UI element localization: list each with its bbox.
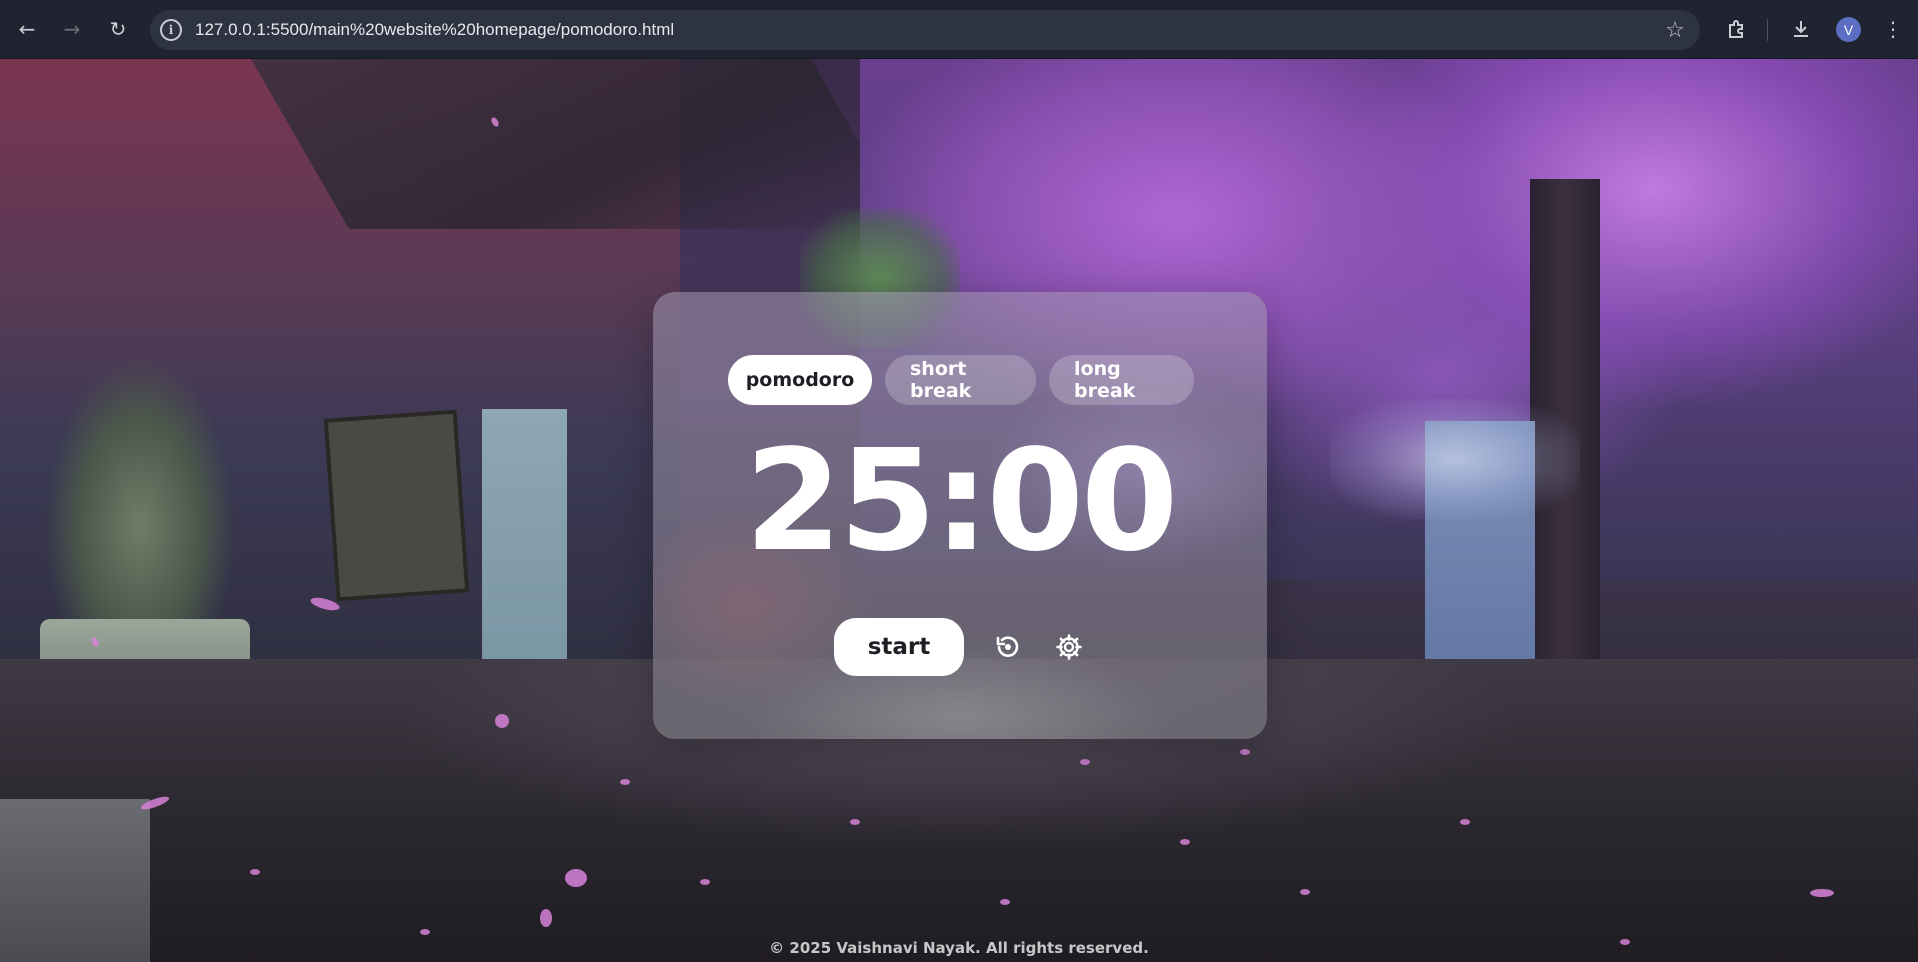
petal <box>620 779 630 785</box>
tab-short-break[interactable]: short break <box>885 355 1036 405</box>
timer-controls: start <box>834 618 1086 676</box>
profile-initial: V <box>1843 21 1854 38</box>
petal <box>1000 899 1010 905</box>
browser-menu-button[interactable]: ⋮ <box>1878 14 1908 44</box>
profile-avatar[interactable]: V <box>1836 17 1861 42</box>
timer-card: pomodoro short break long break 25:00 st… <box>653 292 1267 739</box>
start-button[interactable]: start <box>834 618 964 676</box>
petal <box>1460 819 1470 825</box>
petal <box>1810 889 1834 897</box>
reset-button[interactable] <box>991 630 1025 664</box>
background-light-glow <box>1330 399 1580 519</box>
info-icon[interactable]: i <box>160 19 182 41</box>
star-icon[interactable]: ☆ <box>1660 15 1690 45</box>
background-sign <box>323 409 470 602</box>
reload-icon: ↻ <box>109 17 127 41</box>
background-roof <box>250 59 910 229</box>
settings-button[interactable] <box>1052 630 1086 664</box>
background-stone <box>0 799 150 962</box>
petal <box>1300 889 1310 895</box>
petal <box>565 869 587 887</box>
tab-long-break[interactable]: long break <box>1049 355 1194 405</box>
petal <box>1180 839 1190 845</box>
reload-button[interactable]: ↻ <box>103 14 133 44</box>
background-banner-left <box>482 409 567 669</box>
downloads-button[interactable] <box>1786 14 1816 44</box>
footer-copyright: © 2025 Vaishnavi Nayak. All rights reser… <box>769 939 1149 957</box>
petal <box>495 714 509 728</box>
tab-label: pomodoro <box>745 369 855 391</box>
forward-button[interactable]: → <box>57 14 87 44</box>
toolbar-divider <box>1767 19 1768 41</box>
petal <box>700 879 710 885</box>
puzzle-icon <box>1729 20 1743 38</box>
petal <box>850 819 860 825</box>
arrow-left-icon: ← <box>18 17 36 41</box>
tab-label: long break <box>1074 358 1136 402</box>
tab-pomodoro[interactable]: pomodoro <box>728 355 872 405</box>
petal <box>540 909 552 927</box>
arrow-right-icon: → <box>63 17 81 41</box>
browser-toolbar: ← → ↻ i 127.0.0.1:5500/main%20website%20… <box>0 0 1918 59</box>
reset-icon <box>996 636 1019 657</box>
petal <box>250 869 260 875</box>
address-bar[interactable]: i 127.0.0.1:5500/main%20website%20homepa… <box>150 10 1700 50</box>
gear-icon <box>1056 634 1082 660</box>
petal <box>420 929 430 935</box>
timer-display: 25:00 <box>744 420 1179 583</box>
download-icon <box>1794 21 1808 37</box>
petal <box>1080 759 1090 765</box>
mode-tabs: pomodoro short break long break <box>728 355 1194 405</box>
kebab-menu-icon: ⋮ <box>1883 17 1903 41</box>
tab-label: short break <box>910 358 972 402</box>
back-button[interactable]: ← <box>12 14 42 44</box>
petal <box>1240 749 1250 755</box>
extensions-button[interactable] <box>1721 14 1751 44</box>
url-text[interactable]: 127.0.0.1:5500/main%20website%20homepage… <box>195 20 674 40</box>
